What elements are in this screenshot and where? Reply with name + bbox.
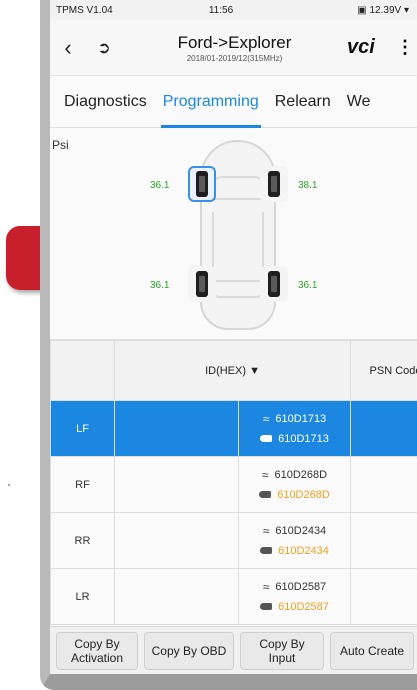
header-psn-code: PSN Code [350, 340, 417, 401]
row-ids: ≈610D2434 610D2434 [237, 512, 352, 569]
pressure-rr: 36.1 [298, 280, 318, 291]
table-row[interactable]: LF ≈610D1713 610D1713 [50, 400, 417, 457]
sensor-table: ID(HEX) ▼ PSN Code LF ≈610D1713 610D1713… [50, 340, 417, 625]
row-spacer [114, 400, 239, 457]
windshield [210, 176, 266, 200]
clock: 11:56 [208, 4, 234, 16]
row-position: RR [50, 512, 115, 569]
sensor-icon [260, 603, 273, 610]
tab-diagnostics[interactable]: Diagnostics [50, 76, 155, 128]
vci-label: vci [347, 36, 375, 58]
sensor-icon [259, 491, 272, 498]
id-obd: 610D268D [277, 488, 330, 501]
table-row[interactable]: RF ≈610D268D 610D268D [50, 456, 417, 513]
id-obd: 610D2434 [278, 544, 329, 557]
sensor-icon [260, 435, 273, 442]
battery-icon: ▣ [357, 4, 370, 16]
wireless-icon: ≈ [262, 523, 270, 538]
wireless-icon: ≈ [262, 411, 270, 426]
auto-create-button[interactable]: Auto Create [330, 631, 414, 670]
tab-bar: Diagnostics Programming Relearn We [50, 76, 417, 128]
title-bar: ‹ ➲ Ford->Explorer 2018/01-2019/12(315MH… [50, 20, 417, 76]
tire-lf-icon[interactable] [188, 166, 216, 202]
wifi-icon: ▾ [403, 4, 409, 16]
screen: TPMS V1.04 11:56 ▣ 12.39V ▾ ‹ ➲ Ford->Ex… [50, 0, 417, 674]
pressure-rf: 38.1 [298, 180, 318, 191]
exit-icon[interactable]: ➲ [86, 30, 122, 66]
tire-lr-icon[interactable] [188, 266, 216, 302]
wireless-icon: ≈ [261, 467, 269, 482]
row-spacer [114, 568, 239, 625]
tab-relearn[interactable]: Relearn [267, 76, 339, 128]
row-psn [350, 456, 417, 513]
action-bar: Copy By Activation Copy By OBD Copy By I… [50, 626, 417, 674]
page-subtitle: 2018/01-2019/12(315MHz) [186, 53, 283, 63]
rear-window [210, 280, 266, 298]
vci-icon[interactable]: vci [347, 36, 393, 59]
row-position: RF [50, 456, 115, 513]
pressure-lf: 36.1 [150, 180, 170, 191]
row-spacer [114, 456, 239, 513]
id-obd: 610D1713 [278, 432, 329, 445]
header-id-hex[interactable]: ID(HEX) ▼ [113, 340, 352, 401]
row-spacer [114, 512, 239, 569]
voltage-value: 12.39V [369, 4, 402, 16]
row-position: LF [50, 400, 115, 457]
copy-by-activation-button[interactable]: Copy By Activation [56, 631, 138, 670]
row-psn [350, 400, 417, 457]
copy-by-input-button[interactable]: Copy By Input [240, 631, 324, 670]
pressure-unit: Psi [52, 138, 69, 152]
row-ids: ≈610D2587 610D2587 [237, 568, 352, 625]
header-position [50, 340, 115, 401]
tab-we[interactable]: We [339, 76, 379, 128]
status-bar: TPMS V1.04 11:56 ▣ 12.39V ▾ [50, 0, 417, 20]
id-activation: 610D268D [274, 468, 328, 481]
title-block: Ford->Explorer 2018/01-2019/12(315MHz) [122, 33, 347, 63]
more-menu-icon[interactable]: ⋮ [393, 37, 417, 58]
row-position: LR [50, 568, 115, 625]
id-activation: 610D2434 [275, 524, 327, 537]
tab-programming[interactable]: Programming [155, 76, 267, 128]
table-row[interactable]: LR ≈610D2587 610D2587 [50, 568, 417, 625]
table-header-row: ID(HEX) ▼ PSN Code [50, 340, 417, 401]
tire-rr-icon[interactable] [260, 266, 288, 302]
id-activation: 610D2587 [275, 580, 327, 593]
pressure-lr: 36.1 [150, 280, 170, 291]
sensor-icon [260, 547, 273, 554]
voltage-readout: ▣ 12.39V ▾ [276, 5, 411, 16]
row-ids: ≈610D1713 610D1713 [237, 400, 352, 457]
app-version: TPMS V1.04 [56, 4, 113, 16]
car-panel: Psi 36.1 38.1 36.1 36.1 [50, 128, 417, 340]
id-obd: 610D2587 [278, 600, 329, 613]
tire-rf-icon[interactable] [260, 166, 288, 202]
copy-by-obd-button[interactable]: Copy By OBD [144, 631, 234, 670]
row-ids: ≈610D268D 610D268D [237, 456, 352, 513]
id-activation: 610D1713 [275, 412, 327, 425]
speck [8, 484, 10, 486]
back-icon[interactable]: ‹ [50, 30, 86, 66]
tablet-device: TPMS V1.04 11:56 ▣ 12.39V ▾ ‹ ➲ Ford->Ex… [40, 0, 417, 690]
row-psn [350, 568, 417, 625]
table-row[interactable]: RR ≈610D2434 610D2434 [50, 512, 417, 569]
row-psn [350, 512, 417, 569]
wireless-icon: ≈ [262, 579, 270, 594]
page-title: Ford->Explorer [177, 32, 292, 52]
car-roof [212, 212, 264, 272]
